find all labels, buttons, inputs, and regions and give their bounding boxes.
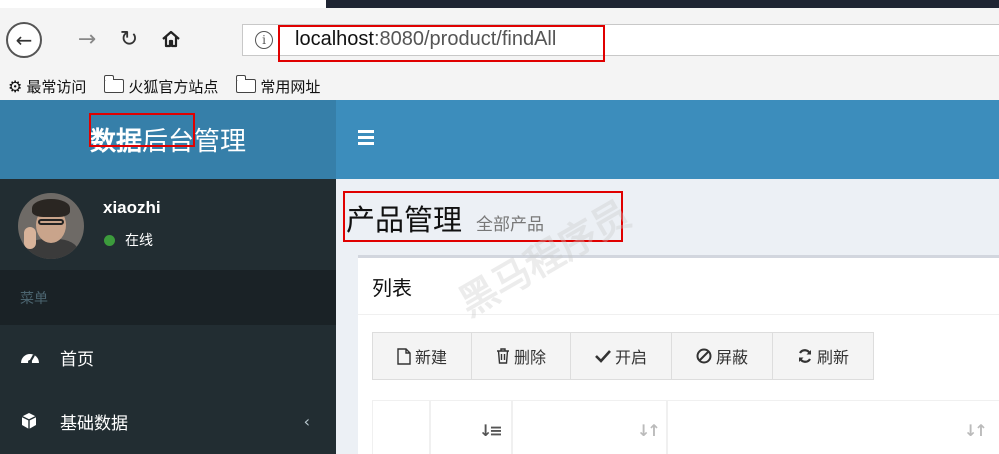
username-highlight-box [89,113,195,147]
home-icon [162,30,180,48]
bookmarks-bar: ⚙ 最常访问 火狐官方站点 常用网址 [0,72,999,100]
dashboard-icon [20,349,42,365]
reload-button[interactable]: ↻ [114,24,144,54]
user-status: 在线 [104,230,153,250]
forward-button[interactable]: → [72,24,102,54]
sort-icon[interactable]: ↓↑ [964,421,988,440]
table-header-column[interactable]: ↓↑ [667,401,999,454]
list-box: 列表 新建 删除 开启 屏蔽 刷新 ↓≡ ↓↑ ↓↑ [358,255,999,454]
sort-icon[interactable]: ↓↑ [637,421,661,440]
home-button[interactable] [156,24,186,54]
trash-icon [496,348,510,364]
window-top-strip [326,0,999,8]
sort-desc-icon[interactable]: ↓≡ [479,421,503,440]
menu-header: 菜单 [0,270,336,325]
back-button[interactable]: ← [6,22,42,58]
ban-icon [696,348,712,364]
menu-toggle-icon[interactable] [358,130,374,148]
bookmark-label: 最常访问 [26,77,87,96]
username: xiaozhi [103,198,161,217]
status-text: 在线 [125,233,153,249]
chevron-left-icon: ‹ [303,411,310,431]
title-highlight-box [343,191,623,242]
online-dot-icon [104,234,115,246]
gear-icon: ⚙ [8,76,23,96]
box-title: 列表 [372,276,412,300]
bookmark-label: 常用网址 [260,77,321,96]
toolbar-button-group: 新建 删除 开启 屏蔽 刷新 [372,332,874,380]
delete-button[interactable]: 删除 [471,332,571,380]
table-header-column[interactable]: ↓↑ [512,401,667,454]
info-icon[interactable]: i [255,31,273,49]
avatar [18,193,84,259]
block-button[interactable]: 屏蔽 [671,332,773,380]
refresh-icon [797,348,813,364]
refresh-button[interactable]: 刷新 [772,332,874,380]
sidebar-item-label: 基础数据 [60,413,128,434]
user-panel: xiaozhi 在线 [0,179,336,270]
sidebar-item-basic-data[interactable]: 基础数据 ‹ [0,389,336,453]
bookmark-common-sites[interactable]: 常用网址 [236,75,321,97]
url-highlight-box [278,25,605,62]
folder-icon [104,75,125,93]
new-button[interactable]: 新建 [372,332,472,380]
bookmark-label: 火狐官方站点 [128,77,219,96]
file-icon [397,347,411,365]
main-header [336,100,999,179]
sidebar: 数据 后台管理 xiaozhi 在线 菜单 首页 基础数据 ‹ [0,100,336,454]
sidebar-item-home[interactable]: 首页 [0,325,336,389]
bookmark-firefox-site[interactable]: 火狐官方站点 [104,75,219,97]
arrow-right-icon: → [77,26,97,52]
cube-icon [20,412,42,430]
table-header-checkbox-column [372,401,430,454]
check-icon [595,349,611,363]
table-header-column[interactable]: ↓≡ [430,401,512,454]
arrow-left-icon: ← [15,28,33,52]
bookmark-most-visited[interactable]: ⚙ 最常访问 [8,76,86,97]
sidebar-item-label: 首页 [60,349,94,370]
table-header: ↓≡ ↓↑ ↓↑ [372,400,999,454]
enable-button[interactable]: 开启 [570,332,672,380]
reload-icon: ↻ [119,26,139,52]
folder-icon [236,75,257,93]
